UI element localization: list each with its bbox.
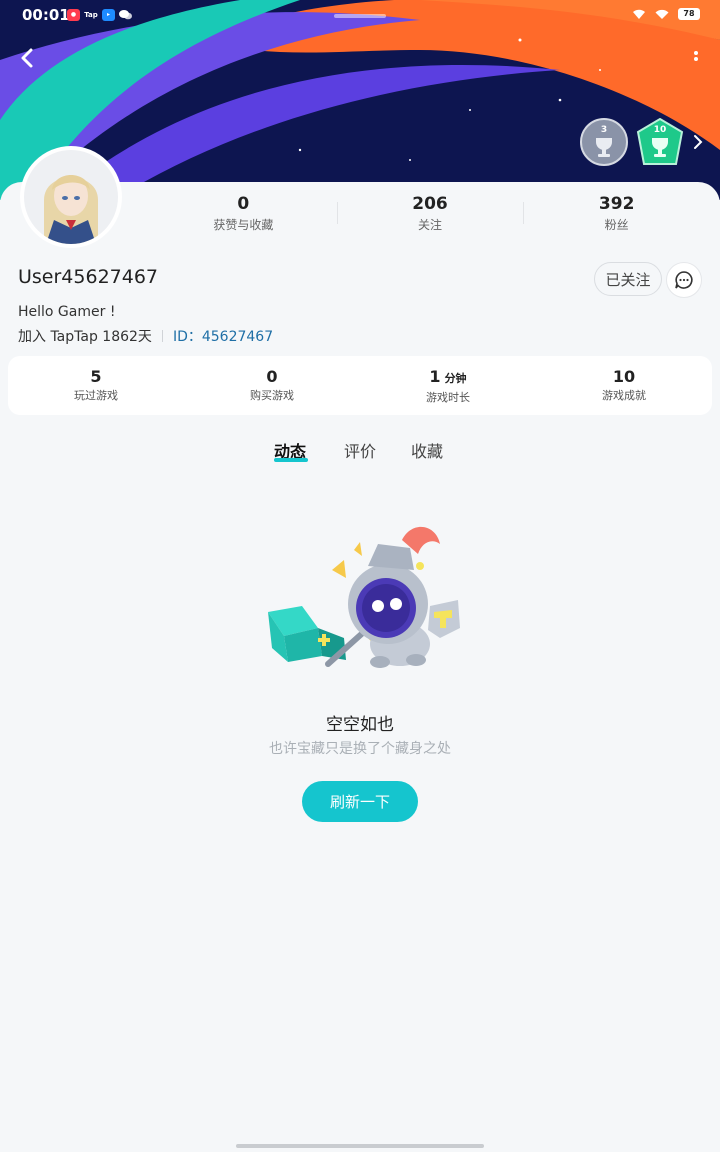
status-time: 00:01: [22, 6, 70, 24]
achievement-badge-level-3[interactable]: 3: [580, 118, 628, 166]
stat-value: 206: [412, 194, 448, 214]
game-stats-panel: 5 玩过游戏 0 购买游戏 1 分钟 游戏时长 10 游戏成就: [8, 356, 712, 415]
refresh-button[interactable]: 刷新一下: [302, 781, 418, 822]
tab-favorites[interactable]: 收藏: [411, 438, 443, 462]
wechat-icon: [119, 9, 132, 21]
more-button[interactable]: [690, 44, 702, 72]
active-tab-indicator: [274, 458, 308, 462]
game-stat-achievements[interactable]: 10 游戏成就: [536, 356, 712, 415]
avatar[interactable]: [20, 146, 122, 248]
game-stat-played[interactable]: 5 玩过游戏: [8, 356, 184, 415]
game-stat-purchased[interactable]: 0 购买游戏: [184, 356, 360, 415]
game-stat-playtime[interactable]: 1 分钟 游戏时长: [360, 356, 536, 415]
stat-following[interactable]: 206 关注: [336, 194, 524, 233]
game-stat-value: 1 分钟: [429, 367, 467, 386]
top-handle: [334, 14, 386, 18]
game-stat-unit: 分钟: [444, 372, 467, 385]
username: User45627467: [18, 266, 159, 288]
empty-state-title: 空空如也: [326, 715, 394, 735]
user-id[interactable]: ID：45627467: [173, 326, 273, 346]
empty-state-subtitle: 也许宝藏只是换了个藏身之处: [269, 741, 451, 757]
taptap-notif-icon: Tap: [84, 11, 98, 19]
stat-value: 0: [237, 194, 250, 214]
game-stat-value: 10: [612, 367, 636, 386]
stat-label: 获赞与收藏: [213, 218, 274, 232]
chevron-right-icon: [694, 135, 703, 149]
stat-likes[interactable]: 0 获赞与收藏: [150, 194, 337, 233]
message-button[interactable]: [666, 262, 702, 298]
stat-value: 392: [598, 194, 635, 214]
stat-followers[interactable]: 392 粉丝: [523, 194, 710, 233]
game-stat-label: 玩过游戏: [74, 389, 118, 402]
divider: [161, 330, 163, 342]
game-stat-value: 0: [266, 367, 278, 386]
notification-icons: ● Tap ▸: [67, 9, 132, 21]
badge-level-text: 3: [600, 125, 608, 135]
app-red-icon: ●: [67, 9, 80, 21]
chevron-left-icon: [21, 48, 33, 68]
content-tabs: 动态 评价 收藏: [0, 436, 720, 466]
game-stat-value: 5: [90, 367, 102, 386]
following-button[interactable]: 已关注: [594, 262, 662, 296]
stat-label: 粉丝: [604, 218, 629, 232]
game-stat-label: 购买游戏: [250, 389, 294, 402]
more-vertical-icon: [694, 51, 698, 61]
avatar-image: [24, 150, 118, 244]
chat-bubble-icon: [675, 271, 693, 289]
battery-indicator: 78: [678, 8, 700, 20]
signal-icon: [633, 9, 645, 19]
home-indicator[interactable]: [236, 1144, 484, 1148]
game-stat-label: 游戏成就: [602, 389, 646, 402]
badge-level-text: 10: [653, 125, 667, 135]
achievement-badge-level-10[interactable]: 10: [636, 117, 684, 166]
stat-label: 关注: [418, 218, 443, 232]
bio-text: Hello Gamer !: [18, 304, 116, 320]
tab-reviews[interactable]: 评价: [344, 438, 376, 462]
app-blue-icon: ▸: [102, 9, 115, 21]
wifi-icon: [655, 9, 669, 19]
achievement-badges[interactable]: 3 10: [580, 117, 704, 166]
game-stat-label: 游戏时长: [426, 391, 470, 404]
status-right: 78: [632, 8, 700, 20]
empty-treasure-knight-illustration: [268, 526, 460, 668]
status-bar: 00:01 ● Tap ▸ 78: [0, 0, 720, 30]
joined-days: 加入 TapTap 1862天: [18, 329, 152, 345]
back-button[interactable]: [14, 44, 42, 72]
join-info: 加入 TapTap 1862天 ID：45627467: [18, 326, 273, 346]
profile-stats: 0 获赞与收藏 206 关注 392 粉丝: [150, 194, 710, 233]
